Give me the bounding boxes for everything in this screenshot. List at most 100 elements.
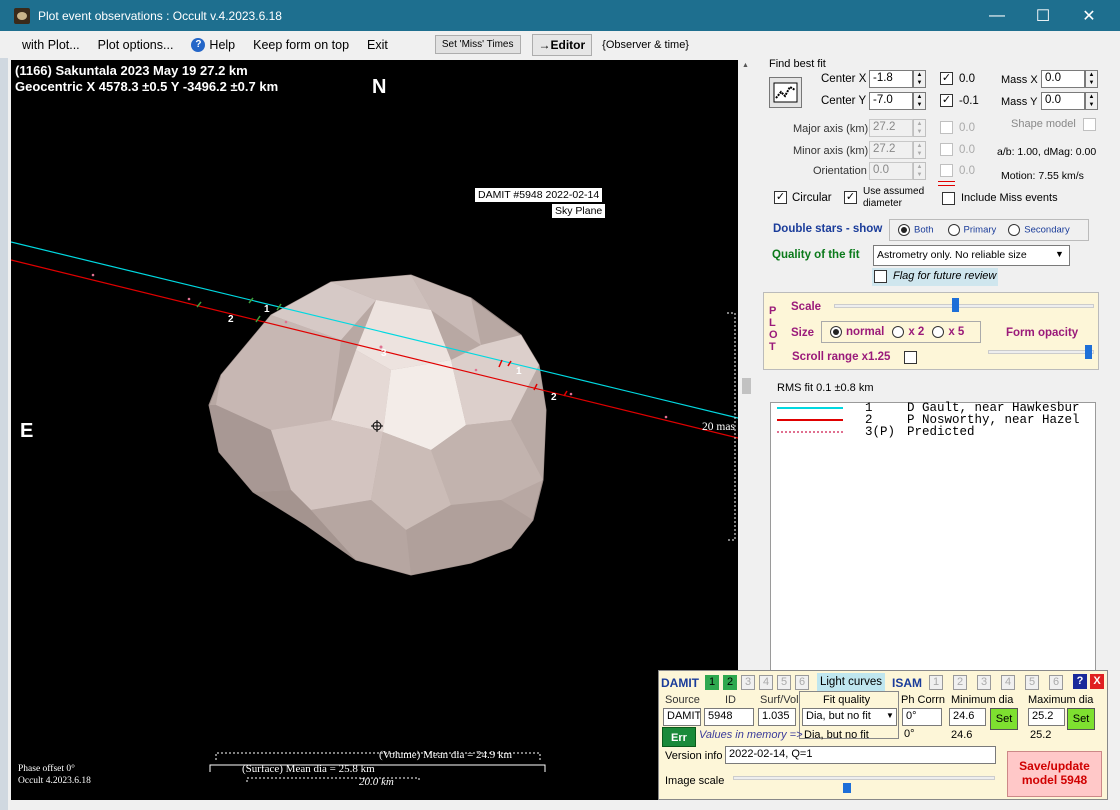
orientation-spinner[interactable]: ▲ ▼ — [913, 162, 926, 180]
major-axis-spinner[interactable]: ▲ ▼ — [913, 119, 926, 137]
chevron-down-icon[interactable]: ▼ — [1055, 249, 1064, 259]
size-normal[interactable]: normal — [830, 325, 884, 338]
center-x-spinner[interactable]: ▲ ▼ — [913, 70, 926, 88]
isam-model-2[interactable]: 2 — [953, 675, 967, 690]
circular-checkbox[interactable]: ✓ — [774, 191, 787, 204]
source-input[interactable]: DAMIT — [663, 708, 701, 726]
use-assumed-checkbox[interactable]: ✓ — [844, 191, 857, 204]
id-input[interactable]: 5948 — [704, 708, 754, 726]
min-dia-input[interactable]: 24.6 — [949, 708, 986, 726]
surf-vol-input[interactable]: 1.035 — [758, 708, 796, 726]
orientation-checkbox[interactable] — [940, 164, 953, 177]
radio-primary[interactable] — [947, 224, 960, 236]
chevron-down-icon[interactable]: ▼ — [886, 711, 894, 720]
image-scale-label: Image scale — [665, 775, 725, 787]
isam-model-4[interactable]: 4 — [1001, 675, 1015, 690]
damit-model-4[interactable]: 4 — [759, 675, 773, 690]
center-x-input[interactable]: -1.8 — [869, 70, 913, 88]
minimize-button[interactable]: — — [974, 0, 1020, 31]
header-surf-vol: Surf/Vol — [760, 694, 799, 706]
image-scale-thumb[interactable] — [843, 783, 851, 793]
option-primary[interactable]: Primary — [947, 224, 996, 236]
isam-model-5[interactable]: 5 — [1025, 675, 1039, 690]
include-miss-checkbox[interactable] — [942, 192, 955, 205]
close-panel-icon[interactable]: X — [1090, 674, 1104, 689]
scale-slider-thumb[interactable] — [952, 298, 959, 312]
minor-axis-checkbox[interactable] — [940, 143, 953, 156]
values-in-memory-label: Values in memory => — [699, 729, 803, 741]
menu-plot-options[interactable]: Plot options... — [89, 38, 183, 52]
menu-exit[interactable]: Exit — [358, 38, 397, 52]
size-x2[interactable]: x 2 — [892, 325, 924, 338]
damit-model-5[interactable]: 5 — [777, 675, 791, 690]
editor-button[interactable]: →Editor — [531, 33, 593, 56]
size-x5[interactable]: x 5 — [932, 325, 964, 338]
use-assumed-label: Use assumed diameter — [863, 186, 925, 209]
light-curves-button[interactable]: Light curves — [817, 673, 885, 691]
option-both[interactable]: Both — [898, 224, 934, 236]
orientation-input[interactable]: 0.0 — [869, 162, 913, 180]
menu-help[interactable]: ? Help — [182, 37, 244, 52]
minor-axis-spinner[interactable]: ▲ ▼ — [913, 141, 926, 159]
opacity-slider[interactable] — [988, 350, 1094, 354]
plot-area[interactable]: (1166) Sakuntala 2023 May 19 27.2 km Geo… — [11, 60, 738, 800]
quality-select[interactable]: Astrometry only. No reliable size — [873, 245, 1070, 266]
minor-axis-input[interactable]: 27.2 — [869, 141, 913, 159]
scroll-range-checkbox[interactable] — [904, 351, 917, 364]
isam-model-1[interactable]: 1 — [929, 675, 943, 690]
radio-both[interactable] — [898, 224, 910, 236]
ph-corr-input[interactable]: 0° — [902, 708, 942, 726]
damit-model-6[interactable]: 6 — [795, 675, 809, 690]
option-secondary-label: Secondary — [1024, 224, 1070, 236]
center-x-label: Center X — [821, 73, 867, 85]
center-y-checkbox[interactable]: ✓ — [940, 94, 953, 107]
image-scale-slider[interactable] — [733, 776, 995, 780]
radio-normal[interactable] — [830, 325, 842, 338]
isam-model-6[interactable]: 6 — [1049, 675, 1063, 690]
radio-x5[interactable] — [932, 325, 945, 338]
scrollbar-thumb[interactable] — [742, 378, 751, 394]
set-max-button[interactable]: Set — [1067, 708, 1095, 730]
set-miss-times-button[interactable]: Set 'Miss' Times — [434, 35, 521, 54]
center-y-input[interactable]: -7.0 — [869, 92, 913, 110]
header-id: ID — [725, 694, 736, 706]
opacity-slider-thumb[interactable] — [1085, 345, 1092, 359]
help-icon[interactable]: ? — [1073, 674, 1087, 689]
plot-settings-panel: PLOT Scale Size normal x 2 x 5 Form opac… — [763, 292, 1099, 370]
mass-x-spinner[interactable]: ▲ ▼ — [1085, 70, 1098, 88]
version-info-input[interactable]: 2022-02-14, Q=1 — [725, 746, 996, 764]
menu-with-plot[interactable]: with Plot... — [8, 38, 89, 52]
center-y-spinner[interactable]: ▲ ▼ — [913, 92, 926, 110]
damit-model-2[interactable]: 2 — [723, 675, 737, 690]
fit-button[interactable] — [769, 77, 802, 108]
major-axis-input[interactable]: 27.2 — [869, 119, 913, 137]
save-update-button[interactable]: Save/update model 5948 — [1007, 751, 1102, 797]
radio-secondary[interactable] — [1008, 224, 1021, 236]
flag-review-checkbox[interactable] — [874, 270, 887, 283]
maximize-button[interactable]: ☐ — [1020, 0, 1066, 31]
mass-y-input[interactable]: 0.0 — [1041, 92, 1085, 110]
major-axis-checkbox[interactable] — [940, 121, 953, 134]
damit-model-1[interactable]: 1 — [705, 675, 719, 690]
isam-model-3[interactable]: 3 — [977, 675, 991, 690]
minor-axis-cb-value: 0.0 — [959, 144, 975, 156]
main-window: Plot event observations : Occult v.4.202… — [0, 0, 1120, 810]
shape-model-checkbox[interactable] — [1083, 118, 1096, 131]
scroll-up-icon[interactable]: ▲ — [742, 62, 749, 69]
scale-slider[interactable] — [834, 304, 1094, 308]
center-x-checkbox[interactable]: ✓ — [940, 72, 953, 85]
fit-quality-select[interactable]: Dia, but no fit — [802, 708, 897, 726]
mass-x-input[interactable]: 0.0 — [1041, 70, 1085, 88]
set-min-button[interactable]: Set — [990, 708, 1018, 730]
err-button[interactable]: Err — [662, 727, 696, 747]
mass-y-spinner[interactable]: ▲ ▼ — [1085, 92, 1098, 110]
menu-keep-on-top[interactable]: Keep form on top — [244, 38, 358, 52]
radio-x2[interactable] — [892, 325, 905, 338]
plot-letter: O — [769, 329, 778, 341]
max-dia-input[interactable]: 25.2 — [1028, 708, 1065, 726]
ab-dmag-text: a/b: 1.00, dMag: 0.00 — [997, 146, 1097, 158]
damit-model-3[interactable]: 3 — [741, 675, 755, 690]
chord-label: 2 — [228, 314, 234, 325]
option-secondary[interactable]: Secondary — [1008, 224, 1070, 236]
close-button[interactable]: ✕ — [1066, 0, 1112, 31]
